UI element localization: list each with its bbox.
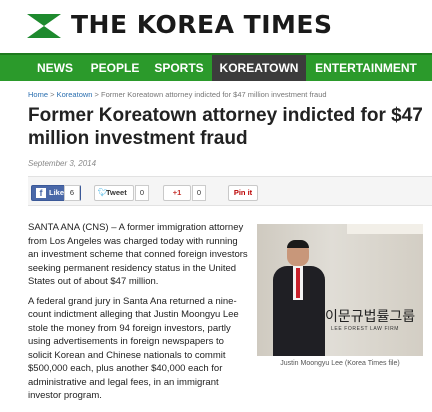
breadcrumb: Home > Koreatown > Former Koreatown atto…: [28, 90, 327, 99]
site-title[interactable]: THE KOREA TIMES: [71, 10, 332, 39]
facebook-count: 6: [64, 185, 80, 201]
article-body: SANTA ANA (CNS) – A former immigration a…: [28, 221, 250, 409]
sign-korean-text: 이문규법률그룹: [325, 309, 416, 325]
article-photo[interactable]: 이문규법률그룹 LEE FOREST LAW FIRM: [257, 224, 423, 356]
nav-entertainment[interactable]: ENTERTAINMENT: [310, 55, 422, 81]
facebook-icon: f: [36, 188, 46, 198]
nav-news[interactable]: NEWS: [30, 55, 80, 81]
sign-english-text: LEE FOREST LAW FIRM: [331, 326, 400, 332]
nav-people[interactable]: PEOPLE: [86, 55, 144, 81]
tweet-button[interactable]: 🐦︎Tweet: [94, 185, 134, 201]
main-nav: NEWS PEOPLE SPORTS KOREATOWN ENTERTAINME…: [0, 53, 432, 81]
law-firm-sign: 이문규법률그룹 LEE FOREST LAW FIRM: [325, 308, 423, 342]
tweet-label: Tweet: [106, 188, 127, 197]
twitter-icon: 🐦︎: [98, 188, 109, 197]
share-bar: f Like 6 🐦︎Tweet 0 +1 0 Pin it: [28, 176, 432, 206]
article-paragraph: SANTA ANA (CNS) – A former immigration a…: [28, 222, 248, 287]
breadcrumb-home[interactable]: Home: [28, 90, 48, 99]
article-paragraph: A federal grand jury in Santa Ana return…: [28, 295, 239, 402]
google-plus-count: 0: [192, 185, 206, 201]
tweet-count: 0: [135, 185, 149, 201]
article-headline: Former Koreatown attorney indicted for $…: [28, 105, 423, 149]
nav-sports[interactable]: SPORTS: [150, 55, 208, 81]
breadcrumb-separator: >: [50, 90, 55, 99]
google-plus-button[interactable]: +1: [163, 185, 191, 201]
person-figure: [271, 240, 327, 356]
breadcrumb-section[interactable]: Koreatown: [57, 90, 93, 99]
pinterest-button[interactable]: Pin it: [228, 185, 258, 201]
article-date: September 3, 2014: [28, 159, 97, 168]
logo-icon[interactable]: [27, 14, 61, 38]
ceiling-light-strip: [347, 224, 423, 234]
facebook-like-label: Like: [49, 188, 65, 197]
breadcrumb-separator: >: [94, 90, 99, 99]
nav-koreatown[interactable]: KOREATOWN: [212, 55, 306, 81]
photo-caption: Justin Moongyu Lee (Korea Times file): [280, 360, 400, 367]
breadcrumb-current: Former Koreatown attorney indicted for $…: [101, 90, 327, 99]
site-header: THE KOREA TIMES: [0, 0, 432, 52]
